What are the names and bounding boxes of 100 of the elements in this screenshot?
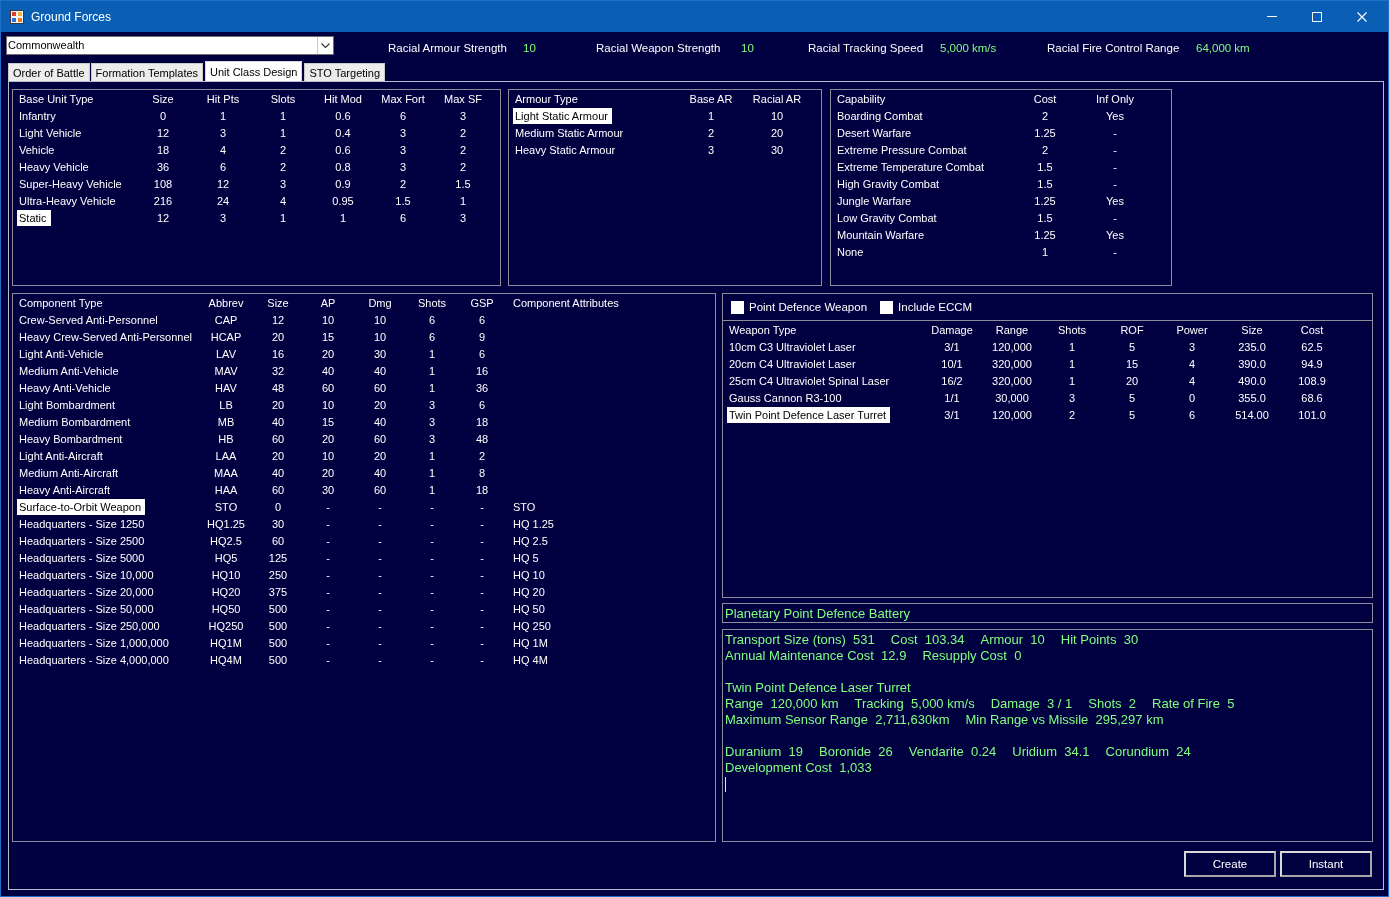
table-cell-text: -	[479, 517, 485, 532]
table-cell-text: HQ1.25	[206, 517, 246, 532]
list-item[interactable]: Heavy Anti-Aircraft	[17, 482, 115, 498]
list-item[interactable]: Light Bombardment	[17, 397, 119, 413]
tab[interactable]: Unit Class Design	[205, 61, 303, 81]
summary-text: Tracking 5,000 km/s	[854, 696, 975, 712]
list-item[interactable]: 25cm C4 Ultraviolet Spinal Laser	[727, 373, 894, 389]
list-item[interactable]: Headquarters - Size 50,000	[17, 601, 158, 617]
table-cell-text: -	[377, 500, 383, 515]
table-cell-text: 60	[372, 381, 388, 396]
table-cell-text: 490.0	[1237, 374, 1267, 389]
list-item[interactable]: Headquarters - Size 10,000	[17, 567, 158, 583]
table-cell-text: 6	[427, 330, 437, 345]
list-item[interactable]: Surface-to-Orbit Weapon	[17, 499, 146, 515]
checkbox[interactable]	[731, 300, 744, 314]
tab[interactable]: Formation Templates	[90, 63, 204, 81]
list-item[interactable]: Heavy Static Armour	[513, 142, 620, 158]
list-item[interactable]: Desert Warfare	[835, 125, 916, 141]
table-cell-text: 1	[427, 466, 437, 481]
list-item[interactable]: Light Anti-Vehicle	[17, 346, 108, 362]
checkbox-label[interactable]: Include ECCM	[898, 301, 973, 313]
table-cell-text: 12	[215, 177, 231, 192]
table-cell-text: 10	[372, 313, 388, 328]
list-item[interactable]: None	[835, 244, 868, 260]
table-cell-text: 1/1	[943, 391, 961, 406]
table-cell-text: -	[1112, 245, 1118, 260]
table-cell-text: HQ 250	[512, 619, 552, 634]
list-item[interactable]: Low Gravity Combat	[835, 210, 941, 226]
list-item[interactable]: Headquarters - Size 250,000	[17, 618, 164, 634]
table-cell-text: -	[429, 619, 435, 634]
table-cell-text: 2	[458, 126, 468, 141]
table-cell-text: -	[429, 602, 435, 617]
list-item[interactable]: Medium Anti-Aircraft	[17, 465, 123, 481]
list-item[interactable]: 10cm C3 Ultraviolet Laser	[727, 339, 860, 355]
summary-text: Vendarite 0.24	[908, 744, 997, 760]
list-item[interactable]: Headquarters - Size 2500	[17, 533, 149, 549]
table-cell-text: -	[377, 517, 383, 532]
tab[interactable]: Order of Battle	[8, 63, 90, 81]
list-item[interactable]: Mountain Warfare	[835, 227, 929, 243]
table-cell-text: 2	[1040, 109, 1050, 124]
checkbox[interactable]	[880, 300, 894, 314]
list-item[interactable]: Vehicle	[17, 142, 59, 158]
table-cell-text: -	[429, 517, 435, 532]
table-cell-text: HQ2.5	[209, 534, 243, 549]
action-button[interactable]: Instant	[1280, 851, 1372, 877]
list-item[interactable]: Heavy Bombardment	[17, 431, 127, 447]
table-cell-text: 40	[372, 415, 388, 430]
list-item[interactable]: Heavy Crew-Served Anti-Personnel	[17, 329, 197, 345]
list-item[interactable]: Twin Point Defence Laser Turret	[727, 407, 891, 423]
list-item[interactable]: Medium Bombardment	[17, 414, 135, 430]
maximize-icon	[1311, 11, 1322, 22]
table-cell-text: 12	[270, 313, 286, 328]
table-cell-text: 0	[273, 500, 283, 515]
list-item[interactable]: Light Anti-Aircraft	[17, 448, 107, 464]
race-dropdown[interactable]: Commonwealth	[6, 36, 334, 55]
checkbox-label[interactable]: Point Defence Weapon	[749, 301, 868, 313]
summary-text: Min Range vs Missile 295,297 km	[965, 712, 1164, 728]
table-cell-text: HQ10	[210, 568, 242, 583]
list-item[interactable]: Headquarters - Size 4,000,000	[17, 652, 173, 668]
list-item[interactable]: Light Vehicle	[17, 125, 86, 141]
name-field[interactable]: Planetary Point Defence Battery	[722, 603, 1373, 623]
list-item[interactable]: Medium Static Armour	[513, 125, 628, 141]
list-item[interactable]: Headquarters - Size 1,000,000	[17, 635, 173, 651]
list-item[interactable]: Extreme Temperature Combat	[835, 159, 989, 175]
list-item[interactable]: Jungle Warfare	[835, 193, 916, 209]
table-cell-text: 3	[218, 211, 228, 226]
list-item[interactable]: Extreme Pressure Combat	[835, 142, 971, 158]
list-item[interactable]: Heavy Anti-Vehicle	[17, 380, 115, 396]
column-header: GSP	[469, 296, 495, 311]
table-cell-text: 3	[398, 160, 408, 175]
list-item[interactable]: Light Static Armour	[513, 108, 612, 124]
table-cell-text: 20	[372, 398, 388, 413]
list-item[interactable]: Boarding Combat	[835, 108, 927, 124]
table-cell-text: 16	[474, 364, 490, 379]
list-item[interactable]: Headquarters - Size 5000	[17, 550, 149, 566]
list-item[interactable]: Headquarters - Size 1250	[17, 516, 149, 532]
list-item[interactable]: Infantry	[17, 108, 60, 124]
table-cell-text: 3	[427, 398, 437, 413]
table-cell-text: 514.00	[1234, 408, 1270, 423]
tab[interactable]: STO Targeting	[304, 63, 385, 81]
table-cell-text: 2	[458, 160, 468, 175]
minimize-icon	[1266, 16, 1277, 17]
table-cell-text: 24	[215, 194, 231, 209]
list-item[interactable]: Static	[17, 210, 51, 226]
list-item[interactable]: Crew-Served Anti-Personnel	[17, 312, 162, 328]
list-item[interactable]: Medium Anti-Vehicle	[17, 363, 123, 379]
action-button[interactable]: Create	[1184, 851, 1276, 877]
list-item[interactable]: Heavy Vehicle	[17, 159, 93, 175]
summary-field[interactable]	[722, 629, 1373, 842]
table-cell-text: 5	[1127, 408, 1137, 423]
list-item[interactable]: Headquarters - Size 20,000	[17, 584, 158, 600]
list-item[interactable]: High Gravity Combat	[835, 176, 944, 192]
list-item[interactable]: Super-Heavy Vehicle	[17, 176, 126, 192]
list-item[interactable]: 20cm C4 Ultraviolet Laser	[727, 356, 860, 372]
list-item[interactable]: Ultra-Heavy Vehicle	[17, 193, 120, 209]
table-cell-text: 2	[1067, 408, 1077, 423]
table-cell-text: -	[325, 517, 331, 532]
list-item[interactable]: Gauss Cannon R3-100	[727, 390, 846, 406]
table-cell-text: 120,000	[991, 340, 1033, 355]
table-cell-text: 0	[158, 109, 168, 124]
